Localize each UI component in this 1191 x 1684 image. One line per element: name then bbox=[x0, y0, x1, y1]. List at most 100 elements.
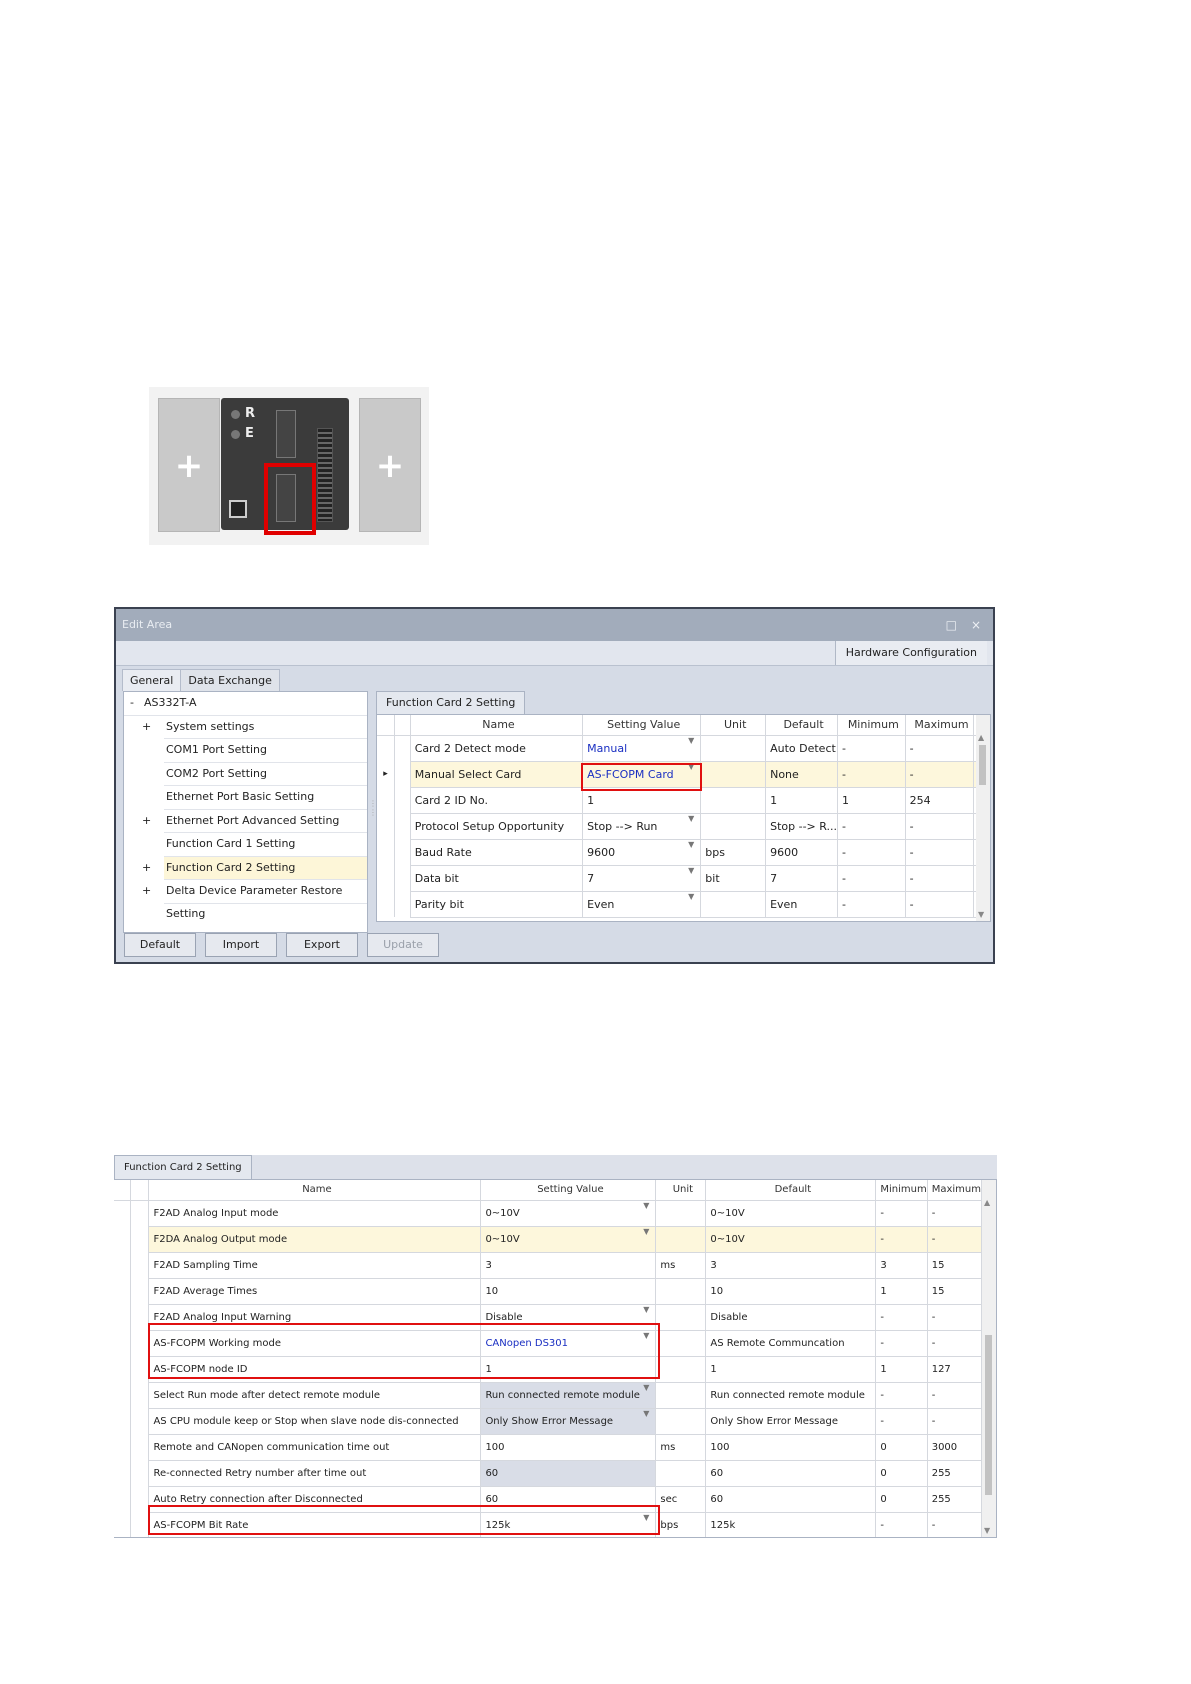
vertical-scrollbar[interactable]: ▲ ▼ bbox=[976, 715, 990, 921]
table-row[interactable]: F2AD Average Times 10 10 1 15 bbox=[114, 1278, 996, 1305]
table-row[interactable]: AS-FCOPM Bit Rate 125k ▼ bps 125k - - bbox=[114, 1512, 996, 1537]
dropdown-arrow-icon[interactable]: ▼ bbox=[688, 892, 694, 901]
setting-value-cell[interactable]: CANopen DS301 ▼ bbox=[480, 1330, 657, 1357]
dropdown-arrow-icon[interactable]: ▼ bbox=[688, 736, 694, 745]
add-right-module-slot[interactable]: + bbox=[359, 398, 421, 532]
setting-value-cell[interactable]: AS-FCOPM Card ▼ bbox=[582, 761, 702, 788]
column-header[interactable]: Setting Value bbox=[480, 1180, 657, 1201]
table-row[interactable]: ▸ Manual Select Card AS-FCOPM Card ▼ None - - bbox=[377, 761, 990, 788]
tab-function-card-2-setting[interactable]: Function Card 2 Setting bbox=[114, 1155, 252, 1179]
setting-value-cell[interactable]: 7 ▼ bbox=[582, 865, 702, 892]
table-row[interactable]: F2AD Analog Input mode 0~10V ▼ 0~10V - - bbox=[114, 1200, 996, 1227]
tab-general[interactable]: General bbox=[122, 669, 182, 691]
column-header[interactable]: Maximum bbox=[927, 1180, 982, 1201]
column-header[interactable]: Unit bbox=[655, 1180, 707, 1201]
table-row[interactable]: Re-connected Retry number after time out… bbox=[114, 1460, 996, 1487]
tree-item[interactable]: Function Card 1 Setting bbox=[164, 833, 367, 857]
setting-value-cell[interactable]: 0~10V ▼ bbox=[480, 1200, 657, 1227]
setting-value-cell[interactable]: 1 bbox=[582, 787, 702, 814]
dropdown-arrow-icon[interactable]: ▼ bbox=[643, 1201, 649, 1210]
tree-item[interactable]: COM2 Port Setting bbox=[164, 763, 367, 786]
tree-item[interactable]: + Ethernet Port Advanced Setting bbox=[142, 810, 367, 833]
setting-value-cell[interactable]: Manual ▼ bbox=[582, 735, 702, 762]
close-icon[interactable]: × bbox=[971, 609, 981, 641]
expander-icon[interactable]: + bbox=[142, 880, 151, 903]
scroll-up-icon[interactable]: ▲ bbox=[978, 733, 984, 742]
column-header[interactable]: Unit bbox=[700, 715, 767, 736]
dropdown-arrow-icon[interactable]: ▼ bbox=[643, 1305, 649, 1314]
tree-item[interactable]: + Function Card 2 Setting bbox=[142, 856, 367, 880]
setting-value-cell[interactable]: Only Show Error Message ▼ bbox=[480, 1408, 657, 1435]
setting-value-cell[interactable]: Run connected remote module ▼ bbox=[480, 1382, 657, 1409]
expander-icon[interactable]: + bbox=[142, 857, 151, 880]
maximize-icon[interactable]: □ bbox=[946, 609, 957, 641]
column-header[interactable]: Maximum bbox=[905, 715, 975, 736]
dropdown-arrow-icon[interactable]: ▼ bbox=[643, 1383, 649, 1392]
column-header[interactable]: Setting Value bbox=[582, 715, 702, 736]
tab-function-card-2-setting[interactable]: Function Card 2 Setting bbox=[376, 691, 526, 714]
expander-icon[interactable]: + bbox=[142, 810, 151, 833]
setting-value-cell[interactable]: 60 bbox=[480, 1460, 657, 1487]
dropdown-arrow-icon[interactable]: ▼ bbox=[643, 1409, 649, 1418]
dropdown-arrow-icon[interactable]: ▼ bbox=[643, 1331, 649, 1340]
setting-value-cell[interactable]: Even ▼ bbox=[582, 891, 702, 918]
dropdown-arrow-icon[interactable]: ▼ bbox=[688, 866, 694, 875]
scroll-down-icon[interactable]: ▼ bbox=[978, 910, 984, 919]
tab-data-exchange[interactable]: Data Exchange bbox=[180, 669, 280, 691]
table-row[interactable]: AS-FCOPM node ID 1 1 1 127 bbox=[114, 1356, 996, 1383]
tree-item[interactable]: Ethernet Port Basic Setting bbox=[164, 786, 367, 810]
dropdown-arrow-icon[interactable]: ▼ bbox=[643, 1227, 649, 1236]
tree-item[interactable]: + Delta Device Parameter Restore Setting bbox=[142, 880, 367, 920]
tree-item[interactable]: COM1 Port Setting bbox=[164, 739, 367, 763]
scroll-down-icon[interactable]: ▼ bbox=[984, 1526, 990, 1535]
table-row[interactable]: F2AD Analog Input Warning Disable ▼ Disable… bbox=[114, 1304, 996, 1331]
table-row[interactable]: Auto Retry connection after Disconnected… bbox=[114, 1486, 996, 1513]
column-header[interactable]: Default bbox=[705, 1180, 877, 1201]
table-row[interactable]: Select Run mode after detect remote modu… bbox=[114, 1382, 996, 1409]
table-row[interactable]: Parity bit Even ▼ Even - - bbox=[377, 891, 990, 918]
table-row[interactable]: Baud Rate 9600 ▼ bps 9600 - - bbox=[377, 839, 990, 866]
column-header[interactable]: Name bbox=[148, 1180, 482, 1201]
default-button[interactable]: Default bbox=[124, 933, 196, 957]
table-row[interactable]: Protocol Setup Opportunity Stop --> Run ▼ S… bbox=[377, 813, 990, 840]
vertical-scrollbar[interactable]: ▲ ▼ bbox=[982, 1180, 996, 1537]
column-header[interactable]: Minimum bbox=[837, 715, 906, 736]
setting-value-cell[interactable]: 0~10V ▼ bbox=[480, 1226, 657, 1253]
dropdown-arrow-icon[interactable]: ▼ bbox=[688, 840, 694, 849]
scrollbar-thumb[interactable] bbox=[979, 745, 986, 785]
table-row[interactable]: Data bit 7 ▼ bit 7- - bbox=[377, 865, 990, 892]
setting-value-cell[interactable]: 10 bbox=[480, 1278, 657, 1305]
column-header[interactable]: Name bbox=[410, 715, 584, 736]
setting-value-cell[interactable]: 125k ▼ bbox=[480, 1512, 657, 1537]
dropdown-arrow-icon[interactable]: ▼ bbox=[643, 1513, 649, 1522]
function-card-1-slot[interactable] bbox=[276, 410, 296, 458]
tree-item[interactable]: - AS332T-A bbox=[124, 692, 367, 716]
setting-value-cell[interactable]: 9600 ▼ bbox=[582, 839, 702, 866]
setting-value-cell[interactable]: 1 bbox=[480, 1356, 657, 1383]
export-button[interactable]: Export bbox=[286, 933, 358, 957]
table-row[interactable]: F2AD Sampling Time 3 ms 3 3 15 bbox=[114, 1252, 996, 1279]
expander-icon[interactable]: + bbox=[142, 716, 151, 739]
dropdown-arrow-icon[interactable]: ▼ bbox=[688, 814, 694, 823]
table-row[interactable]: Card 2 ID No. 1 1 1 254 bbox=[377, 787, 990, 814]
setting-value-cell[interactable]: 60 bbox=[480, 1486, 657, 1513]
add-left-module-slot[interactable]: + bbox=[158, 398, 220, 532]
table-row[interactable]: Card 2 Detect mode Manual ▼ Auto Detect - - bbox=[377, 735, 990, 762]
dropdown-arrow-icon[interactable]: ▼ bbox=[688, 762, 694, 771]
column-header[interactable]: Default bbox=[765, 715, 838, 736]
scrollbar-thumb[interactable] bbox=[985, 1335, 992, 1495]
table-row[interactable]: F2DA Analog Output mode 0~10V ▼ 0~10V - - bbox=[114, 1226, 996, 1253]
setting-value-cell[interactable]: Stop --> Run ▼ bbox=[582, 813, 702, 840]
setting-value-cell[interactable]: 100 bbox=[480, 1434, 657, 1461]
tree-item[interactable]: + System settings bbox=[142, 716, 367, 739]
table-row[interactable]: AS-FCOPM Working mode CANopen DS301 ▼ AS Re… bbox=[114, 1330, 996, 1357]
scroll-up-icon[interactable]: ▲ bbox=[984, 1198, 990, 1207]
setting-value-cell[interactable]: 3 bbox=[480, 1252, 657, 1279]
setting-value-cell[interactable]: Disable ▼ bbox=[480, 1304, 657, 1331]
expander-icon[interactable]: - bbox=[130, 692, 134, 715]
table-row[interactable]: Remote and CANopen communication time ou… bbox=[114, 1434, 996, 1461]
column-header[interactable]: Minimum bbox=[875, 1180, 928, 1201]
import-button[interactable]: Import bbox=[205, 933, 277, 957]
tab-hardware-configuration[interactable]: Hardware Configuration bbox=[834, 641, 987, 665]
table-row[interactable]: AS CPU module keep or Stop when slave no… bbox=[114, 1408, 996, 1435]
